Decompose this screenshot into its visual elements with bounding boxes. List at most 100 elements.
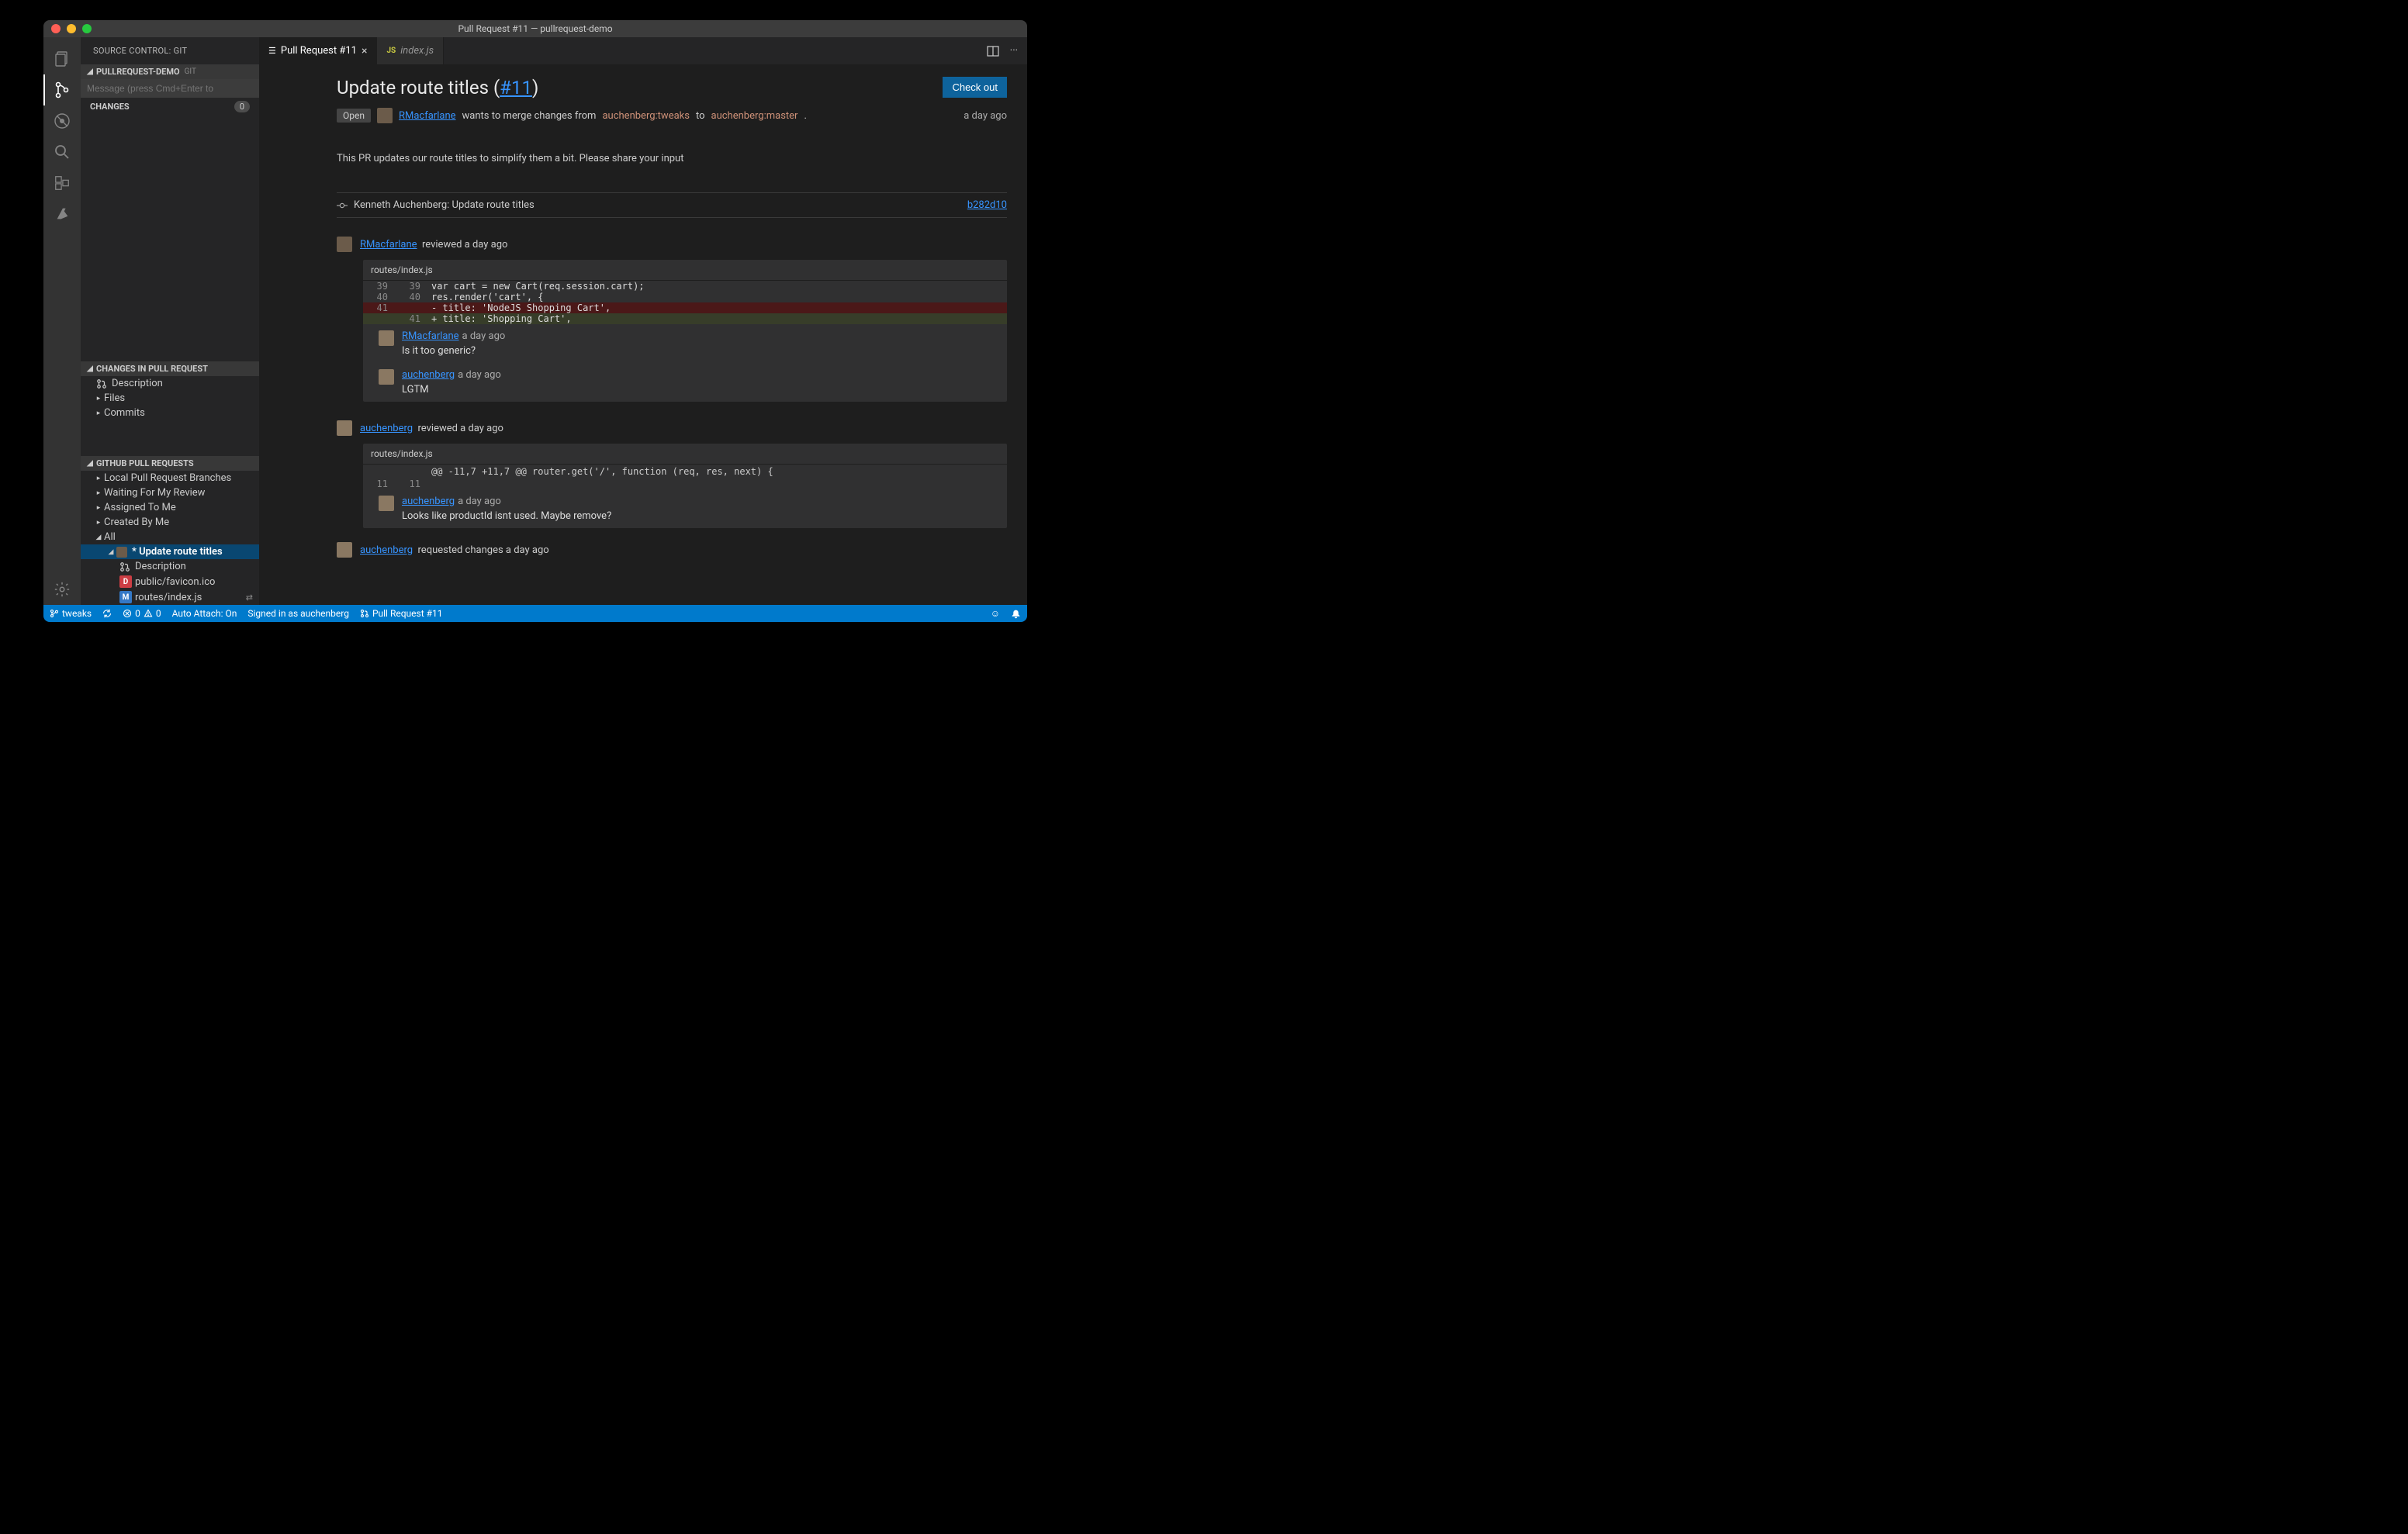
- ghpr-local-branches[interactable]: ▸Local Pull Request Branches: [81, 471, 259, 485]
- settings-gear-icon[interactable]: [43, 574, 81, 605]
- branch-from: auchenberg:tweaks: [602, 110, 690, 122]
- review-comment: auchenberga day ago Looks like productId…: [363, 489, 1007, 528]
- chevron-right-icon: ▸: [95, 519, 102, 527]
- commit-row[interactable]: Kenneth Auchenberg: Update route titles …: [337, 192, 1007, 218]
- diff-hunk-header: @@ -11,7 +11,7 @@ router.get('/', functi…: [363, 465, 1007, 479]
- commenter-link[interactable]: RMacfarlane: [402, 330, 459, 342]
- changes-label: CHANGES: [90, 102, 130, 112]
- reviewer-avatar: [337, 420, 352, 436]
- changes-count: 0: [234, 101, 250, 112]
- editor-group: ☰ Pull Request #11 × JS index.js ··· Upd…: [259, 37, 1027, 605]
- reviewer-link[interactable]: RMacfarlane: [360, 239, 417, 250]
- ghpr-waiting-review[interactable]: ▸Waiting For My Review: [81, 485, 259, 500]
- changes-header[interactable]: CHANGES 0: [81, 98, 259, 116]
- modified-file-icon: M: [119, 591, 132, 603]
- vscode-window: Pull Request #11 — pullrequest-demo: [43, 20, 1027, 622]
- azure-icon[interactable]: [43, 199, 81, 230]
- status-feedback-icon[interactable]: ☺: [991, 608, 1000, 619]
- ghpr-assigned[interactable]: ▸Assigned To Me: [81, 500, 259, 515]
- close-tab-icon[interactable]: ×: [362, 45, 367, 57]
- chevron-right-icon: ▸: [95, 475, 102, 482]
- pr-child-indexjs[interactable]: M routes/index.js ⇄: [81, 589, 259, 605]
- tab-bar: ☰ Pull Request #11 × JS index.js ···: [259, 37, 1027, 64]
- explorer-icon[interactable]: [43, 43, 81, 74]
- pr-icon: [119, 561, 130, 572]
- repo-section-header[interactable]: ◢ PULLREQUEST-DEMO GIT: [81, 64, 259, 79]
- ghpr-label: GITHUB PULL REQUESTS: [96, 458, 194, 468]
- goto-file-icon[interactable]: ⇄: [246, 593, 253, 603]
- ghpr-pr-selected[interactable]: ◢ * Update route titles: [81, 544, 259, 559]
- minimize-window-button[interactable]: [67, 24, 76, 33]
- review-comment: RMacfarlanea day ago Is it too generic?: [363, 324, 1007, 363]
- review-block: RMacfarlane reviewed a day ago routes/in…: [337, 237, 1007, 402]
- status-sync[interactable]: [102, 609, 112, 618]
- chevron-down-icon: ◢: [85, 67, 95, 76]
- author-avatar: [377, 108, 393, 123]
- extensions-icon[interactable]: [43, 168, 81, 199]
- ghpr-all[interactable]: ◢All: [81, 530, 259, 544]
- ghpr-created[interactable]: ▸Created By Me: [81, 515, 259, 530]
- chevron-down-icon: ◢: [85, 364, 95, 373]
- deleted-file-icon: D: [119, 575, 132, 588]
- close-window-button[interactable]: [51, 24, 61, 33]
- window-title: Pull Request #11 — pullrequest-demo: [43, 23, 1027, 34]
- commit-message-input[interactable]: [81, 79, 259, 98]
- commenter-avatar: [379, 496, 394, 511]
- pr-changes-label: CHANGES IN PULL REQUEST: [96, 364, 208, 374]
- repo-name: PULLREQUEST-DEMO: [96, 67, 180, 77]
- split-editor-icon[interactable]: [987, 45, 999, 57]
- maximize-window-button[interactable]: [82, 24, 92, 33]
- sidebar: SOURCE CONTROL: GIT ◢ PULLREQUEST-DEMO G…: [81, 37, 259, 605]
- chevron-right-icon: ▸: [95, 409, 102, 417]
- branch-icon: [50, 609, 59, 618]
- pr-changes-description[interactable]: Description: [81, 376, 259, 391]
- commenter-link[interactable]: auchenberg: [402, 496, 455, 507]
- chevron-right-icon: ▸: [95, 489, 102, 497]
- reviewer-avatar: [337, 542, 352, 558]
- status-branch[interactable]: tweaks: [50, 608, 92, 619]
- reviewer-link[interactable]: auchenberg: [360, 423, 413, 434]
- diff-file-header[interactable]: routes/index.js: [363, 260, 1007, 281]
- ghpr-section-header[interactable]: ◢ GITHUB PULL REQUESTS: [81, 456, 259, 471]
- status-pr[interactable]: Pull Request #11: [360, 608, 443, 619]
- repo-tag: GIT: [185, 67, 196, 76]
- diff-file-header[interactable]: routes/index.js: [363, 444, 1007, 465]
- review-comment: auchenberga day ago LGTM: [363, 363, 1007, 402]
- debug-icon[interactable]: [43, 105, 81, 136]
- review-block: auchenberg reviewed a day ago routes/ind…: [337, 420, 1007, 528]
- commenter-link[interactable]: auchenberg: [402, 369, 455, 381]
- pr-description: This PR updates our route titles to simp…: [337, 153, 1007, 164]
- pr-child-description[interactable]: Description: [81, 559, 259, 574]
- pr-timeago: a day ago: [964, 110, 1007, 122]
- chevron-down-icon: ◢: [85, 459, 95, 468]
- chevron-down-icon: ◢: [95, 534, 102, 541]
- more-actions-icon[interactable]: ···: [1010, 45, 1018, 57]
- sync-icon: [102, 609, 112, 618]
- sidebar-title: SOURCE CONTROL: GIT: [81, 37, 259, 64]
- pr-number-link[interactable]: #11: [500, 77, 532, 98]
- tab-indexjs[interactable]: JS index.js: [377, 37, 444, 64]
- pr-child-favicon[interactable]: D public/favicon.ico: [81, 574, 259, 589]
- checkout-button[interactable]: Check out: [943, 77, 1007, 98]
- status-signedin[interactable]: Signed in as auchenberg: [247, 608, 349, 619]
- chevron-down-icon: ◢: [107, 548, 115, 556]
- scm-icon[interactable]: [43, 74, 81, 105]
- author-link[interactable]: RMacfarlane: [399, 110, 456, 122]
- pr-changes-section-header[interactable]: ◢ CHANGES IN PULL REQUEST: [81, 361, 259, 376]
- branch-to: auchenberg:master: [711, 110, 798, 122]
- commit-icon: [337, 200, 348, 211]
- status-notifications-icon[interactable]: [1011, 608, 1021, 619]
- tab-pull-request[interactable]: ☰ Pull Request #11 ×: [259, 37, 377, 64]
- status-autoattach[interactable]: Auto Attach: On: [172, 608, 237, 619]
- pr-title: Update route titles (#11): [337, 77, 538, 98]
- status-problems[interactable]: 0 0: [123, 608, 161, 619]
- chevron-right-icon: ▸: [95, 395, 102, 403]
- commit-sha-link[interactable]: b282d10: [967, 199, 1007, 211]
- pr-changes-files[interactable]: ▸ Files: [81, 391, 259, 406]
- chevron-right-icon: ▸: [95, 504, 102, 512]
- warning-icon: [144, 609, 153, 618]
- pr-changes-commits[interactable]: ▸ Commits: [81, 406, 259, 420]
- list-icon: ☰: [268, 46, 276, 56]
- search-icon[interactable]: [43, 136, 81, 168]
- reviewer-link[interactable]: auchenberg: [360, 544, 413, 556]
